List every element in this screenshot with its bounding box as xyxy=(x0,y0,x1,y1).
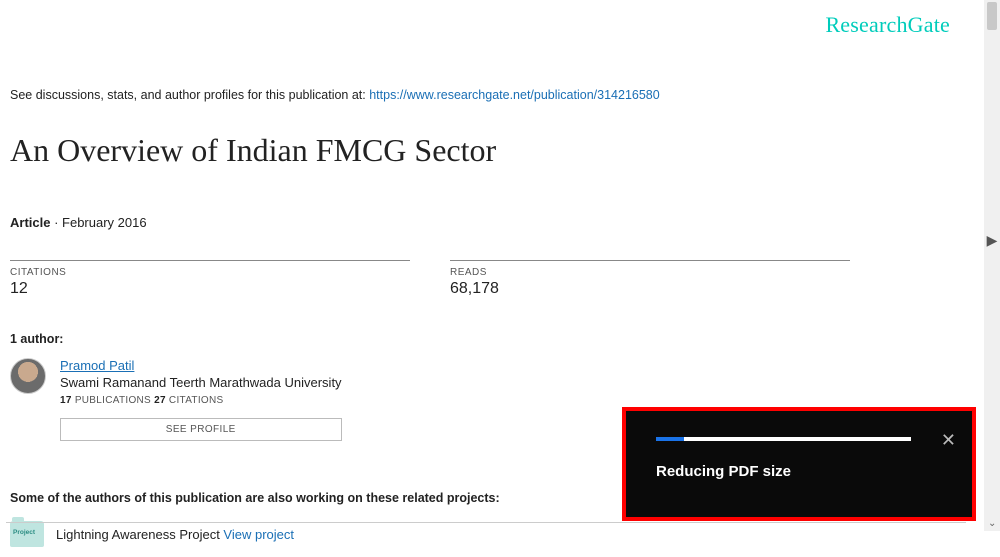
publication-date: · February 2016 xyxy=(50,215,146,230)
progress-toast: ✕ Reducing PDF size xyxy=(622,407,976,521)
project-icon-label: Project xyxy=(13,529,35,536)
vertical-scrollbar[interactable]: ⌄ xyxy=(984,0,1000,531)
project-folder-icon: Project xyxy=(10,521,44,547)
footer-divider xyxy=(6,522,966,523)
project-name: Lightning Awareness Project xyxy=(56,527,223,542)
progress-bar xyxy=(656,437,911,441)
view-project-link[interactable]: View project xyxy=(223,527,294,542)
author-affiliation: Swami Ramanand Teerth Marathwada Univers… xyxy=(60,375,342,390)
citations-value: 12 xyxy=(10,280,410,298)
author-name-link[interactable]: Pramod Patil xyxy=(60,358,342,373)
progress-bar-fill xyxy=(656,437,684,441)
project-row: Project Lightning Awareness Project View… xyxy=(10,521,960,547)
scrollbar-thumb[interactable] xyxy=(987,2,997,30)
author-cites-count: 27 xyxy=(154,395,166,406)
expand-panel-arrow-icon[interactable]: ▶ xyxy=(984,232,1000,249)
see-profile-button[interactable]: SEE PROFILE xyxy=(60,418,342,441)
publication-title: An Overview of Indian FMCG Sector xyxy=(10,132,960,169)
avatar[interactable] xyxy=(10,358,46,394)
author-cites-label: CITATIONS xyxy=(166,395,224,406)
reads-block: READS 68,178 xyxy=(450,260,850,298)
citations-label: CITATIONS xyxy=(10,267,410,278)
divider xyxy=(10,260,410,261)
scrollbar-down-arrow[interactable]: ⌄ xyxy=(988,518,996,529)
publication-type: Article xyxy=(10,215,50,230)
author-pubs-count: 17 xyxy=(60,395,72,406)
divider xyxy=(450,260,850,261)
citations-block: CITATIONS 12 xyxy=(10,260,410,298)
authors-heading: 1 author: xyxy=(10,332,960,346)
publication-meta: Article · February 2016 xyxy=(10,215,960,230)
project-text: Lightning Awareness Project View project xyxy=(56,527,294,542)
author-pubs-label: PUBLICATIONS xyxy=(72,395,154,406)
progress-message: Reducing PDF size xyxy=(656,463,950,480)
close-icon[interactable]: ✕ xyxy=(941,431,956,449)
author-stats: 17 PUBLICATIONS 27 CITATIONS xyxy=(60,395,342,406)
intro-prefix: See discussions, stats, and author profi… xyxy=(10,88,369,102)
brand-logo: ResearchGate xyxy=(10,10,960,38)
publication-url-link[interactable]: https://www.researchgate.net/publication… xyxy=(369,88,659,102)
intro-text: See discussions, stats, and author profi… xyxy=(10,88,960,102)
reads-label: READS xyxy=(450,267,850,278)
reads-value: 68,178 xyxy=(450,280,850,298)
